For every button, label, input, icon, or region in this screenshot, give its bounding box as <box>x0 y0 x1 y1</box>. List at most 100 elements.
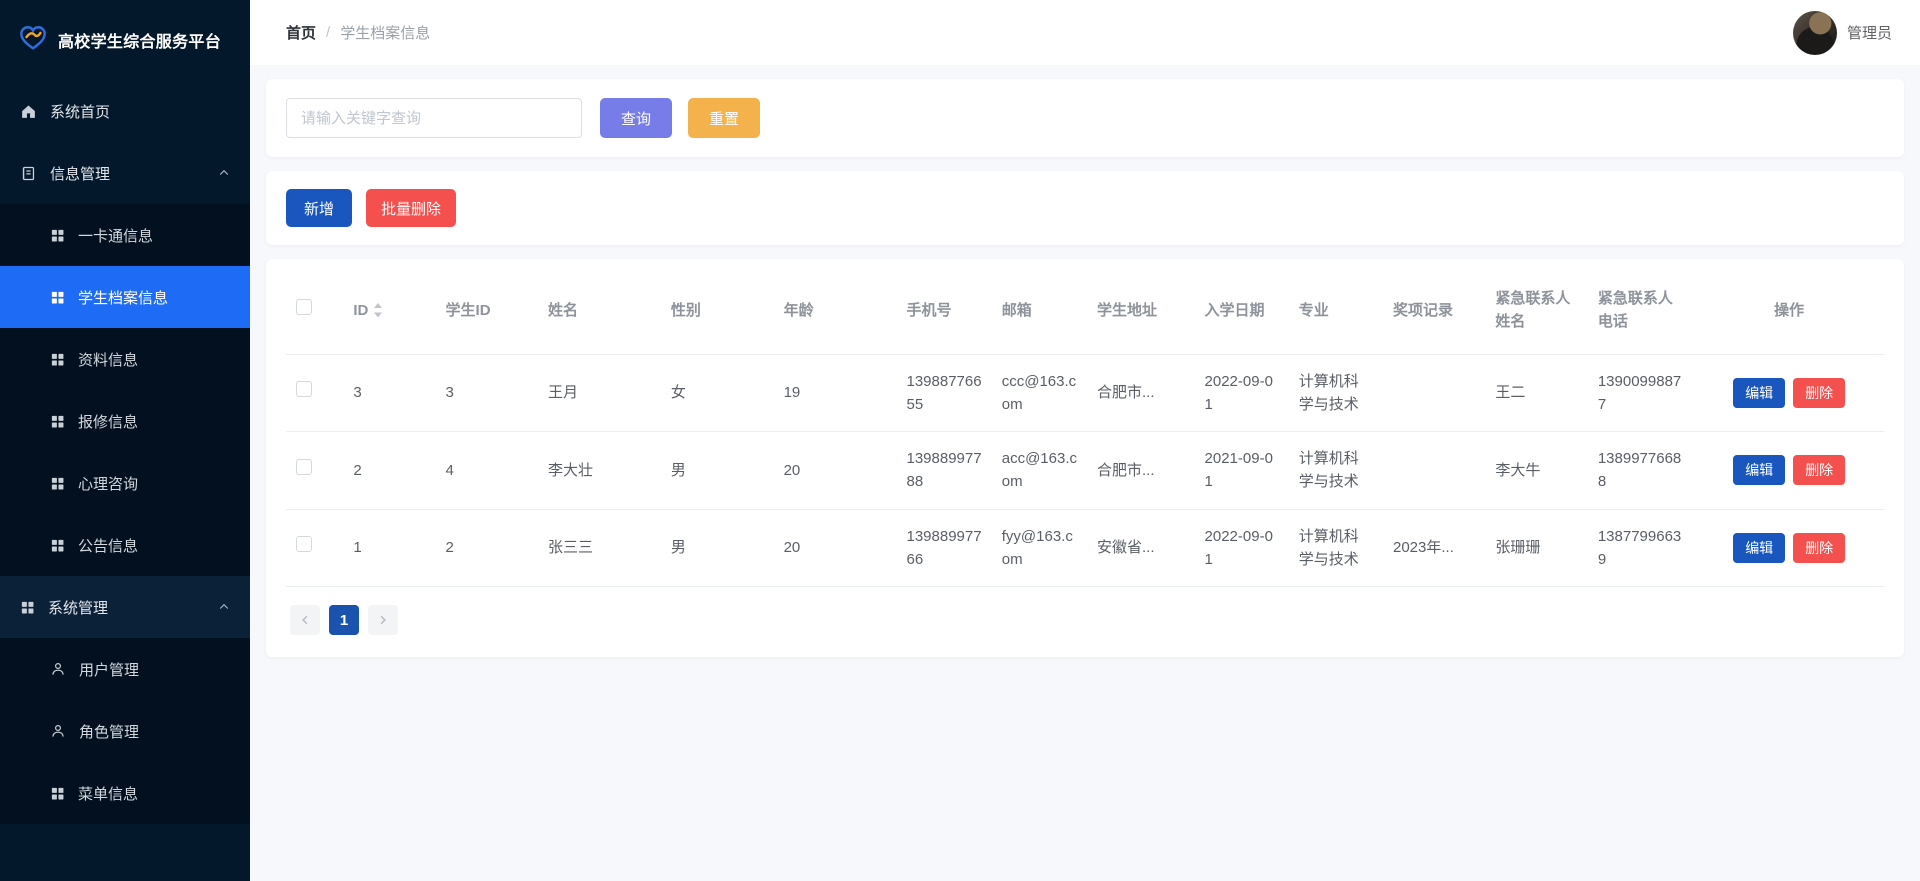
pagination: 1 <box>290 605 1884 635</box>
delete-button[interactable]: 删除 <box>1793 455 1846 486</box>
row-checkbox[interactable] <box>296 381 312 398</box>
sidebar-item-label: 系统管理 <box>48 599 109 617</box>
sidebar-item-系统管理[interactable]: 系统管理 <box>0 576 250 638</box>
cell-awards: 2023年... <box>1383 509 1486 587</box>
next-page-button[interactable] <box>368 605 398 635</box>
breadcrumb-separator: / <box>326 24 331 41</box>
prev-page-button[interactable] <box>290 605 320 635</box>
query-button[interactable]: 查询 <box>600 98 673 138</box>
page-button-1[interactable]: 1 <box>329 605 359 635</box>
grid-icon <box>50 538 65 553</box>
chevron-up-icon <box>218 601 230 613</box>
row-checkbox[interactable] <box>296 536 312 553</box>
sidebar-menu: 系统首页 信息管理一卡通信息学生档案信息 资料信息报修信息心理咨询公告信息系统管理用… <box>0 80 250 824</box>
cell-enroll_date: 2022-09-01 <box>1194 354 1289 432</box>
edit-button[interactable]: 编辑 <box>1733 455 1786 486</box>
cell-email: fyy@163.com <box>991 509 1087 587</box>
breadcrumb-current: 学生档案信息 <box>340 25 431 42</box>
user-menu[interactable]: 管理员 <box>1792 10 1892 55</box>
grid-icon <box>50 352 65 367</box>
cell-age: 20 <box>773 509 897 587</box>
cell-gender: 女 <box>660 354 774 432</box>
cell-text: 2023年... <box>1393 539 1454 557</box>
sidebar-item-心理咨询[interactable]: 心理咨询 <box>0 452 250 514</box>
cell-phone: 13988997766 <box>896 509 992 587</box>
cell-contact_phone: 13877996639 <box>1587 509 1695 587</box>
column-header-age: 年龄 <box>773 267 897 355</box>
page-content: 查询 重置 新增 批量删除 ID 学生ID 姓名 性别 年龄 手机号 邮箱 学生地址 入学日期 专… <box>250 65 1920 881</box>
cell-awards <box>1383 431 1486 510</box>
sidebar-item-系统首页[interactable]: 系统首页 <box>0 80 250 142</box>
reset-button[interactable]: 重置 <box>688 98 761 138</box>
cell-name: 张三三 <box>537 509 661 587</box>
cell-major: 计算机科学与技术 <box>1288 431 1383 510</box>
sidebar-item-label: 角色管理 <box>79 723 140 741</box>
cell-major: 计算机科学与技术 <box>1288 354 1383 432</box>
row-checkbox[interactable] <box>296 458 312 475</box>
cell-op: 编辑 删除 <box>1694 509 1884 587</box>
sidebar-item-角色管理[interactable]: 角色管理 <box>0 700 250 762</box>
sidebar-item-菜单信息[interactable]: 菜单信息 <box>0 762 250 824</box>
cell-name: 李大壮 <box>537 431 661 510</box>
batch-delete-button[interactable]: 批量删除 <box>366 189 457 227</box>
select-all-checkbox[interactable] <box>296 298 312 315</box>
column-label: 邮箱 <box>1001 301 1032 319</box>
breadcrumb-home-link[interactable]: 首页 <box>286 22 316 43</box>
topbar: 首页 / 学生档案信息 管理员 <box>250 0 1920 65</box>
cell-student_id: 4 <box>435 431 538 510</box>
column-label: 年龄 <box>783 301 814 319</box>
cell-check <box>286 354 344 432</box>
chevron-right-icon <box>380 615 386 625</box>
table-row: 3 3 王月女 19 13988776655 ccc@163.com 合肥市... 2022-… <box>286 354 1884 432</box>
cell-address: 合肥市... <box>1086 354 1195 432</box>
cell-student_id: 3 <box>435 354 538 432</box>
delete-button[interactable]: 删除 <box>1793 532 1846 563</box>
avatar[interactable] <box>1792 10 1837 55</box>
column-header-op: 操作 <box>1694 267 1884 355</box>
column-header-awards: 奖项记录 <box>1383 267 1486 355</box>
sidebar-item-学生档案信息[interactable]: 学生档案信息 <box>0 266 250 328</box>
sidebar-item-label: 资料信息 <box>78 351 139 369</box>
cell-email: acc@163.com <box>991 431 1087 510</box>
column-header-id[interactable]: ID <box>343 267 436 355</box>
cell-contact_name: 张珊珊 <box>1485 509 1588 587</box>
table-row: 1 2 张三三男 20 13988997766 fyy@163.com 安徽省... 2022… <box>286 509 1884 587</box>
column-label: 姓名 <box>547 301 578 319</box>
toolbar-card: 新增 批量删除 <box>266 171 1904 245</box>
delete-button[interactable]: 删除 <box>1793 377 1846 408</box>
sidebar-item-label: 一卡通信息 <box>78 227 154 245</box>
cell-enroll_date: 2021-09-01 <box>1194 431 1289 510</box>
cell-student_id: 2 <box>435 509 538 587</box>
sidebar-item-资料信息[interactable]: 资料信息 <box>0 328 250 390</box>
cell-op: 编辑 删除 <box>1694 431 1884 510</box>
column-header-check <box>286 267 344 355</box>
edit-button[interactable]: 编辑 <box>1733 532 1786 563</box>
sidebar-item-信息管理[interactable]: 信息管理 <box>0 142 250 204</box>
sidebar-item-用户管理[interactable]: 用户管理 <box>0 638 250 700</box>
sort-caret-icon[interactable] <box>373 302 383 318</box>
sidebar-item-公告信息[interactable]: 公告信息 <box>0 514 250 576</box>
column-label: 专业 <box>1298 301 1329 319</box>
add-button[interactable]: 新增 <box>286 189 353 227</box>
grid-icon <box>50 786 65 801</box>
cell-age: 19 <box>773 354 897 432</box>
cell-id: 3 <box>343 354 436 432</box>
cell-address: 安徽省... <box>1086 509 1195 587</box>
column-label: 手机号 <box>906 301 952 319</box>
sidebar-item-label: 学生档案信息 <box>78 289 169 307</box>
sidebar-item-label: 报修信息 <box>78 413 139 431</box>
edit-button[interactable]: 编辑 <box>1733 377 1786 408</box>
user-icon <box>50 661 66 677</box>
column-header-email: 邮箱 <box>991 267 1087 355</box>
table-row: 2 4 李大壮男 20 13988997788 acc@163.com 合肥市... 2021… <box>286 431 1884 510</box>
cell-check <box>286 509 344 587</box>
grid-icon <box>50 476 65 491</box>
sidebar-item-label: 心理咨询 <box>78 475 139 493</box>
column-label: 入学日期 <box>1204 301 1265 319</box>
sidebar-item-一卡通信息[interactable]: 一卡通信息 <box>0 204 250 266</box>
cell-id: 1 <box>343 509 436 587</box>
cell-contact_phone: 13900998877 <box>1587 354 1695 432</box>
breadcrumb: 首页 / 学生档案信息 <box>286 22 430 43</box>
search-input[interactable] <box>286 98 582 138</box>
sidebar-item-报修信息[interactable]: 报修信息 <box>0 390 250 452</box>
